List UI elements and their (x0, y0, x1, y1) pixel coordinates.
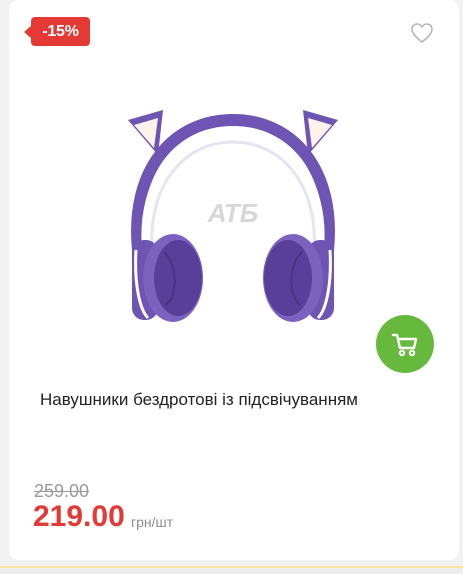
price-unit: грн/шт (131, 514, 174, 530)
cart-icon (391, 333, 418, 357)
old-price: 259.00 (34, 481, 90, 501)
current-price: 219.00 (33, 500, 125, 533)
discount-badge: -15% (24, 17, 90, 46)
wishlist-button[interactable] (409, 21, 435, 45)
product-title[interactable]: Навушники бездротові із підсвічуванням (40, 389, 440, 411)
headphones-image: АТБ (128, 110, 338, 322)
add-to-cart-button[interactable] (376, 315, 434, 373)
product-image[interactable]: АТБ (118, 100, 348, 330)
heart-icon (411, 23, 433, 43)
watermark-logo: АТБ (207, 198, 258, 228)
next-card-edge (0, 566, 463, 574)
